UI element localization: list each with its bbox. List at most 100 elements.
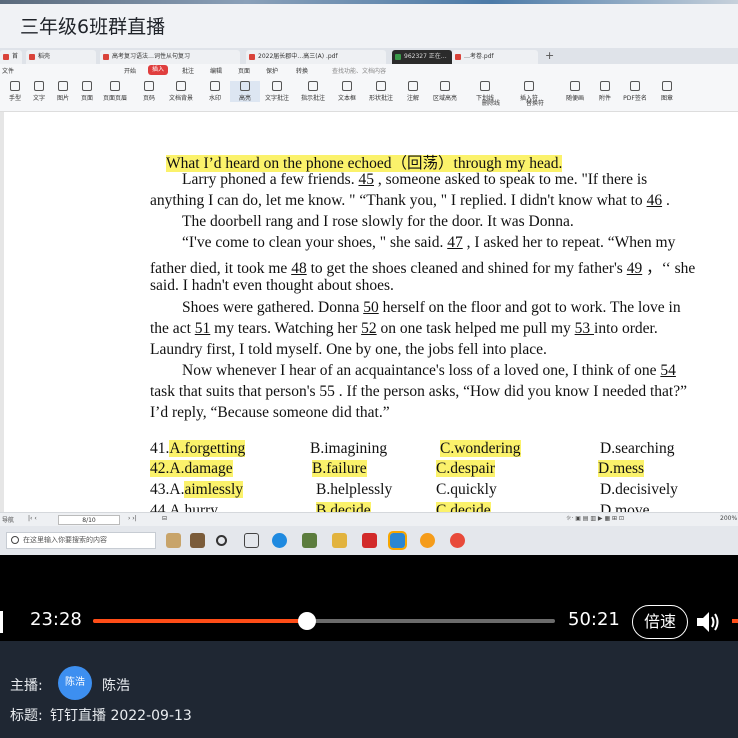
tool-strikethrough[interactable]: 删除线: [476, 98, 506, 107]
line-text: I’d reply, “Because someone did that.”: [150, 404, 390, 421]
line-text: ，‘‘ she: [642, 260, 696, 277]
blank-number: 46: [646, 192, 663, 209]
fit-page-icon[interactable]: ⊟: [162, 515, 167, 522]
page-number-input[interactable]: 8/10: [58, 515, 120, 525]
progress-thumb[interactable]: [297, 612, 316, 630]
tool-header-footer[interactable]: 页面页眉: [100, 81, 130, 102]
menu-page[interactable]: 页面: [238, 66, 250, 75]
wps-icon[interactable]: [362, 533, 377, 548]
search-icon: [11, 536, 19, 544]
tab-docer[interactable]: 稻壳: [26, 50, 96, 64]
document-line: “I've come to clean your shoes, " she sa…: [182, 234, 675, 252]
blank-number: 48: [291, 260, 307, 277]
nav-label[interactable]: 导航: [2, 515, 14, 524]
answer-option: 42.A.damage: [150, 460, 233, 478]
blank-number: 47: [447, 234, 463, 251]
tool-annotation[interactable]: 注解: [398, 81, 428, 102]
dingtalk-icon[interactable]: [388, 531, 407, 550]
annotation-icon: [408, 81, 418, 91]
tab-exam-pdf[interactable]: …考卷.pdf: [452, 50, 538, 64]
edge-browser-icon[interactable]: [272, 533, 287, 548]
tool-pointer-comment[interactable]: 指示批注: [298, 81, 328, 102]
tab-sharing[interactable]: 962327 正在…: [392, 50, 452, 64]
avatar[interactable]: 陈浩: [58, 666, 92, 700]
tool-area-highlight[interactable]: 区域高亮: [430, 81, 460, 102]
file-explorer-icon[interactable]: [332, 533, 347, 548]
tool-replace-mark[interactable]: 替换符: [520, 98, 550, 107]
tool-shape-comment[interactable]: 形状批注: [366, 81, 396, 102]
highlighted-option-text: A.forgetting: [169, 440, 246, 457]
option-text: D.decisively: [600, 481, 678, 498]
option-text: D.searching: [600, 440, 675, 457]
player-controls: 23:28 50:21 倍速: [0, 603, 738, 641]
header-footer-icon: [110, 81, 120, 91]
line-text: to get the shoes cleaned and shined for …: [306, 260, 627, 277]
menu-convert[interactable]: 转换: [296, 66, 308, 75]
last-page-icon[interactable]: › ›|: [128, 515, 137, 522]
watermark-icon: [210, 81, 220, 91]
cortana-icon[interactable]: [216, 535, 227, 546]
shape-icon: [376, 81, 386, 91]
host-name: 陈浩: [102, 678, 130, 694]
document-line: Laundry first, I told myself. One by one…: [150, 341, 547, 359]
tool-highlight[interactable]: 高亮: [230, 81, 260, 102]
tool-textbox[interactable]: 文本框: [332, 81, 362, 102]
hand-icon: [10, 81, 20, 91]
tool-freehand[interactable]: 随便画: [560, 81, 590, 102]
pen-icon: [570, 81, 580, 91]
document-line: I’d reply, “Because someone did that.”: [150, 404, 390, 422]
blank-number: 51: [194, 320, 211, 337]
zoom-level[interactable]: 200%: [720, 515, 737, 522]
taskbar-app-icon[interactable]: [420, 533, 435, 548]
tool-page-number[interactable]: 页码: [134, 81, 164, 102]
progress-overflow-indicator: [732, 619, 738, 623]
current-time: 23:28: [30, 609, 82, 630]
menu-protect[interactable]: 保护: [266, 66, 278, 75]
tool-attachment[interactable]: 附件: [590, 81, 620, 102]
document-line: The doorbell rang and I rose slowly for …: [182, 213, 574, 231]
tool-pdf-sign[interactable]: PDF签名: [620, 81, 650, 102]
volume-icon[interactable]: [694, 608, 722, 636]
blank-number: 50: [363, 299, 379, 316]
option-text: B.helplessly: [316, 481, 393, 498]
document-line: task that suits that person's 55 . If th…: [150, 383, 687, 401]
option-text: C.quickly: [436, 481, 497, 498]
tool-stamp[interactable]: 图章: [652, 81, 682, 102]
line-text: , I asked her to repeat. “When my: [462, 234, 676, 251]
text-comment-icon: [272, 81, 282, 91]
menu-file[interactable]: 文件: [2, 66, 14, 75]
taskbar-app-icon[interactable]: [302, 533, 317, 548]
new-tab-icon[interactable]: +: [545, 49, 554, 62]
playback-speed-button[interactable]: 倍速: [632, 605, 688, 639]
highlighted-option-text: C.wondering: [440, 440, 521, 457]
tool-watermark[interactable]: 水印: [200, 81, 230, 102]
taskbar-app-icon[interactable]: [190, 533, 205, 548]
document-search[interactable]: 查找功能、文档内容: [332, 66, 386, 75]
highlighted-option-text: C.despair: [436, 460, 495, 477]
menu-edit[interactable]: 编辑: [210, 66, 222, 75]
tool-background[interactable]: 文档背景: [166, 81, 196, 102]
taskbar-app-icon[interactable]: [450, 533, 465, 548]
menu-home[interactable]: 开始: [124, 66, 136, 75]
tab-grammar-review[interactable]: 高考复习语法…词性从句复习: [100, 50, 240, 64]
pdf-status-bar: 导航 |‹ ‹ 8/10 › ›| ⊟ ☼· ▣ ▤ ▥ ▶ ▦ ⊞ ⊡ 200…: [0, 512, 738, 526]
highlighted-option-text: aimlessly: [184, 481, 244, 498]
line-text: “I've come to clean your shoes, " she sa…: [182, 234, 448, 251]
document-line: Shoes were gathered. Donna 50 herself on…: [182, 299, 681, 317]
tab-changjun-pdf[interactable]: 2022届长郡中…高三(A) .pdf: [246, 50, 386, 64]
paperclip-icon: [600, 81, 610, 91]
host-label: 主播:: [10, 678, 43, 694]
tab-home[interactable]: 首: [0, 50, 22, 64]
view-mode-icons[interactable]: ☼· ▣ ▤ ▥ ▶ ▦ ⊞ ⊡: [566, 515, 624, 522]
highlighted-option-text: D.mess: [598, 460, 645, 477]
line-text: anything I can do, let me know. " “Thank…: [150, 192, 647, 209]
menu-comment[interactable]: 批注: [182, 66, 194, 75]
taskbar-search-input[interactable]: 在这里输入你要搜索的内容: [6, 532, 156, 549]
first-page-icon[interactable]: |‹ ‹: [28, 515, 37, 522]
tool-page[interactable]: 页面: [72, 81, 102, 102]
menu-insert[interactable]: 插入: [148, 65, 169, 75]
tool-text-comment[interactable]: 文字批注: [262, 81, 292, 102]
line-text: task that suits that person's 55 . If th…: [150, 383, 687, 400]
task-view-icon[interactable]: [244, 533, 259, 548]
taskbar-app-icon[interactable]: [166, 533, 181, 548]
